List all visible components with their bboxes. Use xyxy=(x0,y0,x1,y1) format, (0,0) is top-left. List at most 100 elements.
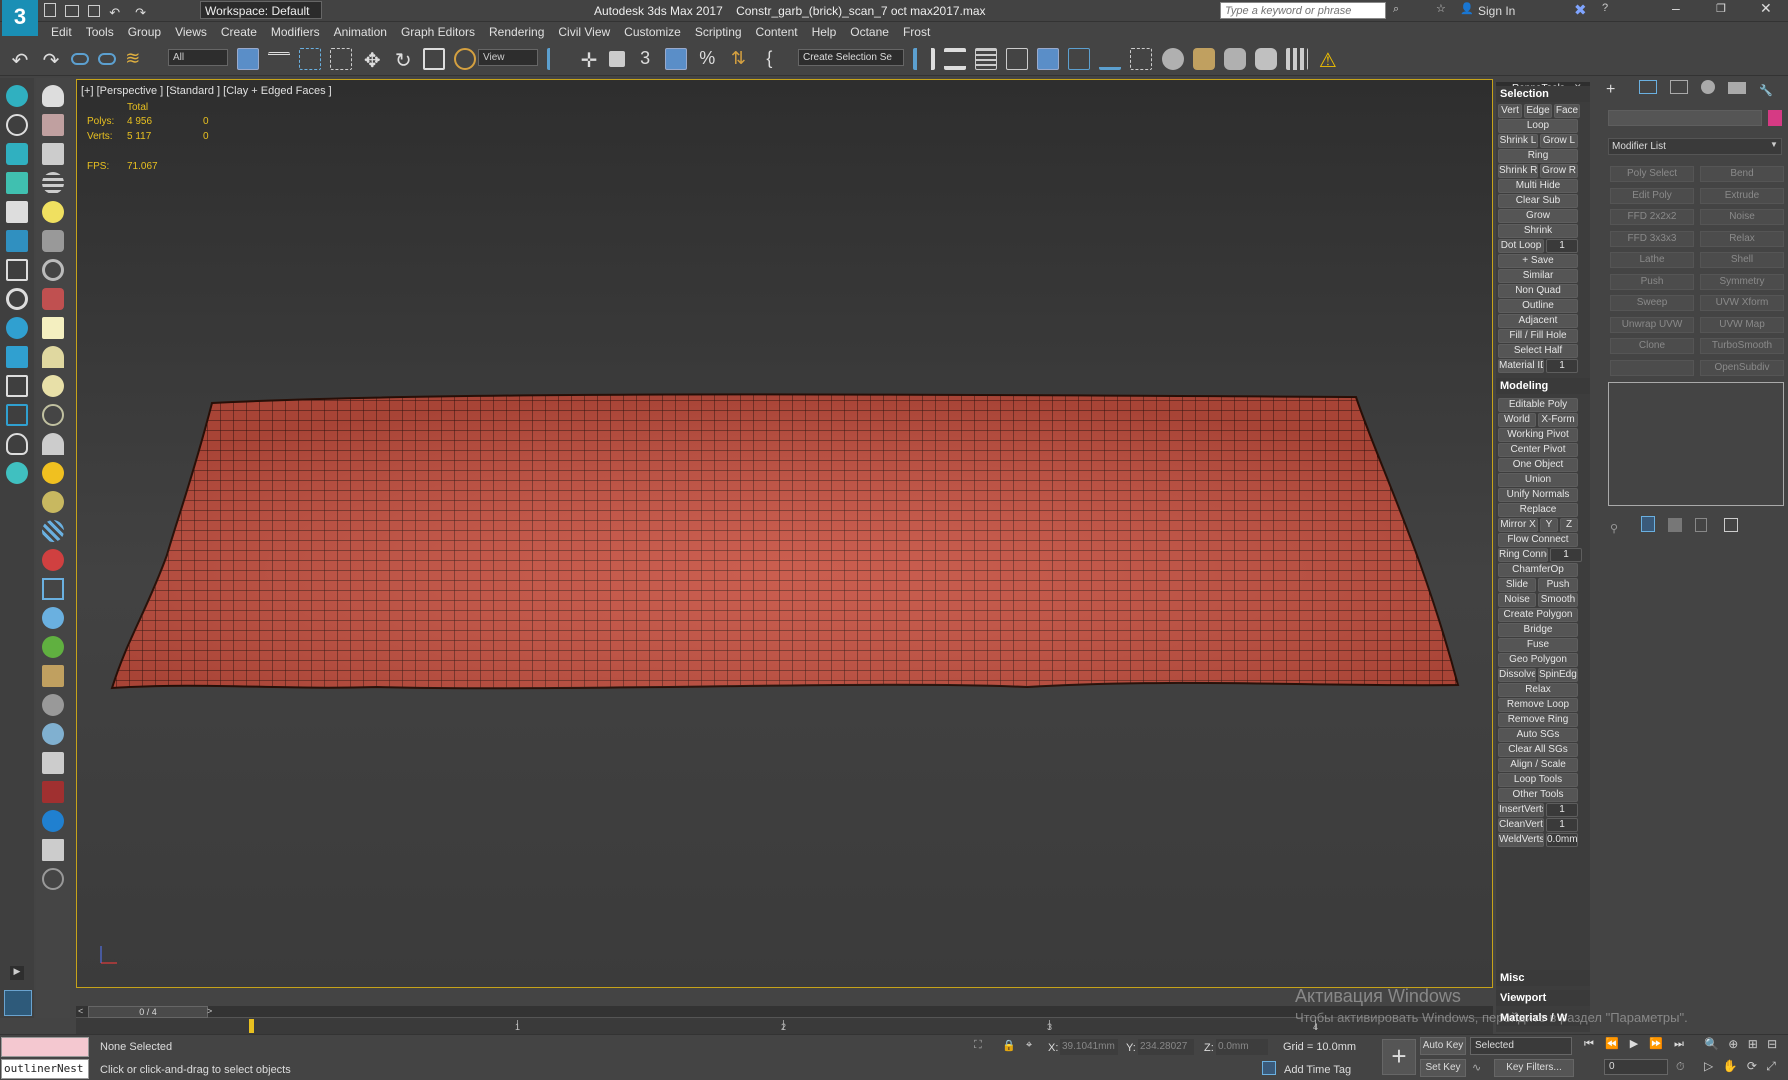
create-tab-icon[interactable]: + xyxy=(1606,81,1626,99)
workspace-dropdown[interactable]: Workspace: Default xyxy=(200,1,322,19)
menu-create[interactable]: Create xyxy=(214,22,264,39)
btn-ring[interactable]: Ring xyxy=(1498,149,1578,163)
sun-light-icon[interactable] xyxy=(42,462,64,484)
render-production-icon[interactable] xyxy=(1254,48,1277,70)
btn-mirror-x[interactable]: Mirror X xyxy=(1498,518,1538,532)
play-icon[interactable]: ▶ xyxy=(1630,1038,1638,1050)
schematic-view-icon[interactable] xyxy=(1130,48,1153,70)
btn-vert[interactable]: Vert xyxy=(1498,104,1522,118)
scale-icon[interactable] xyxy=(423,48,446,70)
sphere-select-icon[interactable] xyxy=(6,317,28,339)
motion-tab-icon[interactable] xyxy=(1701,80,1716,94)
blue-ball-icon[interactable] xyxy=(42,810,64,832)
next-frame-icon[interactable]: ⏩ xyxy=(1649,1038,1663,1050)
btn-other-tools[interactable]: Other Tools xyxy=(1498,788,1578,802)
modifier-stack[interactable] xyxy=(1608,382,1784,506)
tool-panel-icon[interactable] xyxy=(6,346,28,368)
btn-dissolve[interactable]: Dissolve xyxy=(1498,668,1536,682)
create-light-icon[interactable] xyxy=(6,85,28,107)
menu-octane[interactable]: Octane xyxy=(843,22,896,39)
btn-non-quad[interactable]: Non Quad xyxy=(1498,284,1578,298)
btn-editable-poly[interactable]: Editable Poly xyxy=(1498,398,1578,412)
btn-slide[interactable]: Slide xyxy=(1498,578,1536,592)
help-icon[interactable]: ? xyxy=(1602,2,1608,14)
btn-align-scale[interactable]: Align / Scale xyxy=(1498,758,1578,772)
menu-content[interactable]: Content xyxy=(749,22,805,39)
zoom-extents-all-icon[interactable]: ⊟ xyxy=(1767,1037,1777,1051)
btn-chamferop[interactable]: ChamferOp xyxy=(1498,563,1578,577)
menu-graph-editors[interactable]: Graph Editors xyxy=(394,22,482,39)
sphere-icon[interactable] xyxy=(42,375,64,397)
menu-views[interactable]: Views xyxy=(168,22,214,39)
btn-create-polygon[interactable]: Create Polygon xyxy=(1498,608,1578,622)
modifier-button-extrude[interactable]: Extrude xyxy=(1700,187,1784,204)
gear-icon[interactable] xyxy=(42,607,64,629)
bind-space-warp-icon[interactable]: ≋ xyxy=(125,48,147,70)
cloth-icon[interactable] xyxy=(6,172,28,194)
btn-replace[interactable]: Replace xyxy=(1498,503,1578,517)
monitor-icon[interactable] xyxy=(6,375,28,397)
rectangular-selection-icon[interactable] xyxy=(299,48,322,70)
modifier-button-uvw-map[interactable]: UVW Map xyxy=(1700,316,1784,333)
rendered-frame-window-icon[interactable] xyxy=(1223,48,1246,70)
select-by-name-icon[interactable] xyxy=(268,52,291,66)
reference-coordinate-dropdown[interactable]: View xyxy=(478,49,538,66)
modifier-button-symmetry[interactable]: Symmetry xyxy=(1700,273,1784,290)
spinner-ring-connect-val[interactable]: 1 xyxy=(1550,548,1582,562)
menu-group[interactable]: Group xyxy=(121,22,168,39)
zoom-all-icon[interactable]: ⊕ xyxy=(1728,1037,1738,1051)
user-icon[interactable]: 👤 xyxy=(1460,2,1474,15)
table-icon[interactable] xyxy=(42,143,64,165)
btn-adjacent[interactable]: Adjacent xyxy=(1498,314,1578,328)
btn-material-id[interactable]: Material ID xyxy=(1498,359,1544,373)
display-tab-icon[interactable] xyxy=(1728,82,1747,94)
spinner-material-id-val[interactable]: 1 xyxy=(1546,359,1578,373)
section-modeling[interactable]: Modeling xyxy=(1496,378,1590,394)
current-frame-field[interactable]: 0 xyxy=(1604,1059,1668,1075)
plane-icon[interactable] xyxy=(42,317,64,339)
timeline-current-frame-marker[interactable] xyxy=(249,1019,254,1033)
x-coordinate-field[interactable]: 39.1041mm xyxy=(1060,1039,1118,1055)
key-mode-selected-dropdown[interactable]: Selected xyxy=(1470,1037,1572,1055)
next-frame-button[interactable]: > xyxy=(207,1006,212,1016)
configure-sets-icon[interactable] xyxy=(1724,518,1739,532)
btn-unify-normals[interactable]: Unify Normals xyxy=(1498,488,1578,502)
btn-loop[interactable]: Loop xyxy=(1498,119,1578,133)
light-sphere-icon[interactable] xyxy=(42,201,64,223)
unlink-icon[interactable] xyxy=(98,53,117,65)
teapot-icon[interactable] xyxy=(42,85,64,107)
btn-edge[interactable]: Edge xyxy=(1524,104,1552,118)
modifier-button-turbosmooth[interactable]: TurboSmooth xyxy=(1700,338,1784,354)
btn-noise[interactable]: Noise xyxy=(1498,593,1536,607)
zoom-extents-icon[interactable]: ⊞ xyxy=(1748,1037,1758,1051)
btn-shrink-r[interactable]: Shrink R xyxy=(1498,164,1538,178)
spinner-weldverts-val[interactable]: 0.0mm xyxy=(1546,833,1578,847)
expand-arrow-icon[interactable]: ▶ xyxy=(10,966,24,980)
robot-icon[interactable] xyxy=(42,288,64,310)
render-box-icon[interactable] xyxy=(42,781,64,803)
pivot-center-icon[interactable] xyxy=(547,48,569,70)
angle-snap-icon[interactable] xyxy=(665,48,688,70)
document-icon[interactable] xyxy=(42,839,64,861)
spinner-cleanverts-val[interactable]: 1 xyxy=(1546,818,1578,832)
btn-spinedge[interactable]: SpinEdge xyxy=(1538,668,1578,682)
window-crossing-icon[interactable] xyxy=(330,48,353,70)
add-time-tag[interactable]: Add Time Tag xyxy=(1284,1064,1351,1076)
time-tag-icon[interactable] xyxy=(1262,1061,1276,1075)
menu-modifiers[interactable]: Modifiers xyxy=(264,22,327,39)
menu-customize[interactable]: Customize xyxy=(617,22,688,39)
btn-y[interactable]: Y xyxy=(1540,518,1558,532)
btn-grow-r[interactable]: Grow R xyxy=(1540,164,1578,178)
modifier-button-unwrap-uvw[interactable]: Unwrap UVW xyxy=(1610,316,1694,333)
auto-key-button[interactable]: Auto Key xyxy=(1420,1037,1466,1055)
btn-remove-loop[interactable]: Remove Loop xyxy=(1498,698,1578,712)
btn-working-pivot[interactable]: Working Pivot xyxy=(1498,428,1578,442)
btn-grow-l[interactable]: Grow L xyxy=(1540,134,1578,148)
spinner-snap-icon[interactable]: ⇅ xyxy=(727,48,749,70)
field-of-view-icon[interactable]: ▷ xyxy=(1704,1059,1713,1073)
placement-icon[interactable] xyxy=(454,48,477,70)
minimize-icon[interactable]: – xyxy=(1672,0,1680,16)
btn-xform[interactable]: X-Form xyxy=(1538,413,1578,427)
set-key-button[interactable]: Set Key xyxy=(1420,1059,1466,1077)
btn-shrink[interactable]: Shrink xyxy=(1498,224,1578,238)
